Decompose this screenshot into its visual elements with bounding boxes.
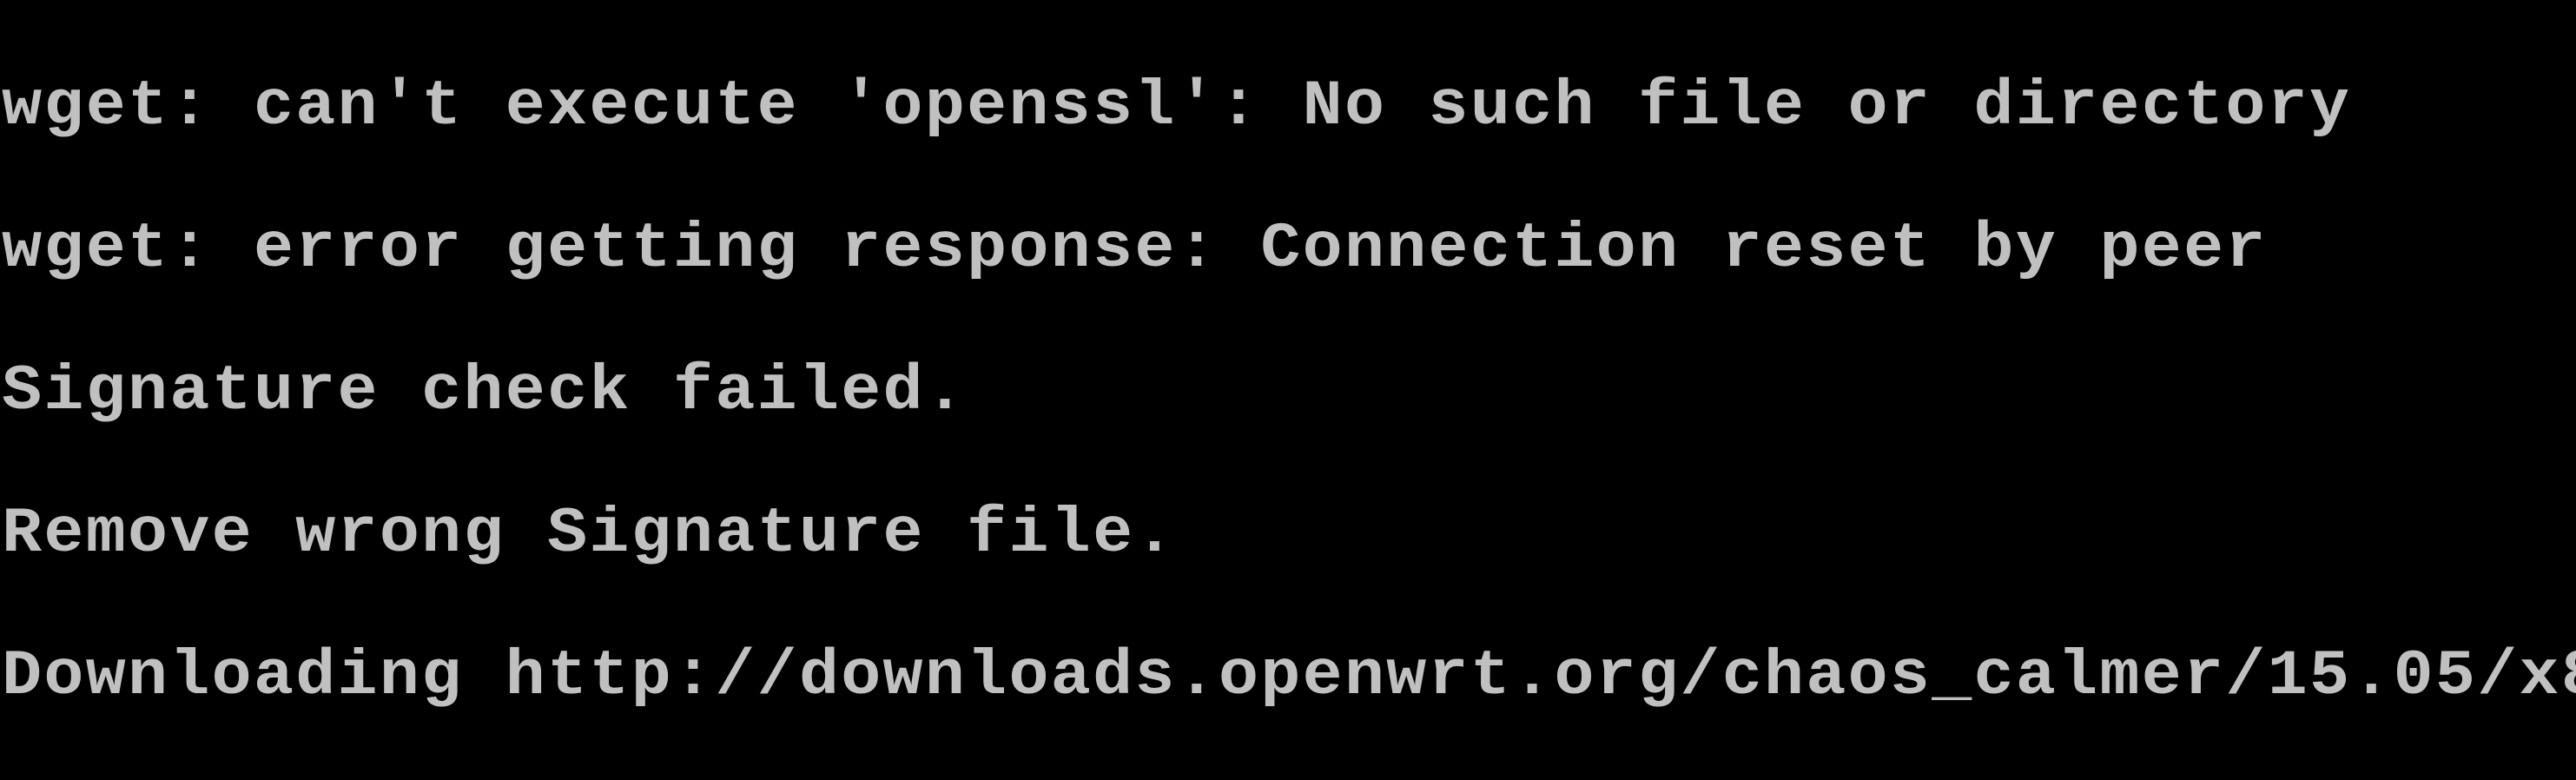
terminal-output: wget: can't execute 'openssl': No such f… [0,0,2576,780]
terminal-line: wget: can't execute 'openssl': No such f… [2,71,2576,142]
terminal-line: Remove wrong Signature file. [2,499,2576,570]
terminal-line: Signature check failed. [2,356,2576,427]
terminal-line: wget: error getting response: Connection… [2,214,2576,285]
terminal-line: Downloading http://downloads.openwrt.org… [2,641,2576,712]
